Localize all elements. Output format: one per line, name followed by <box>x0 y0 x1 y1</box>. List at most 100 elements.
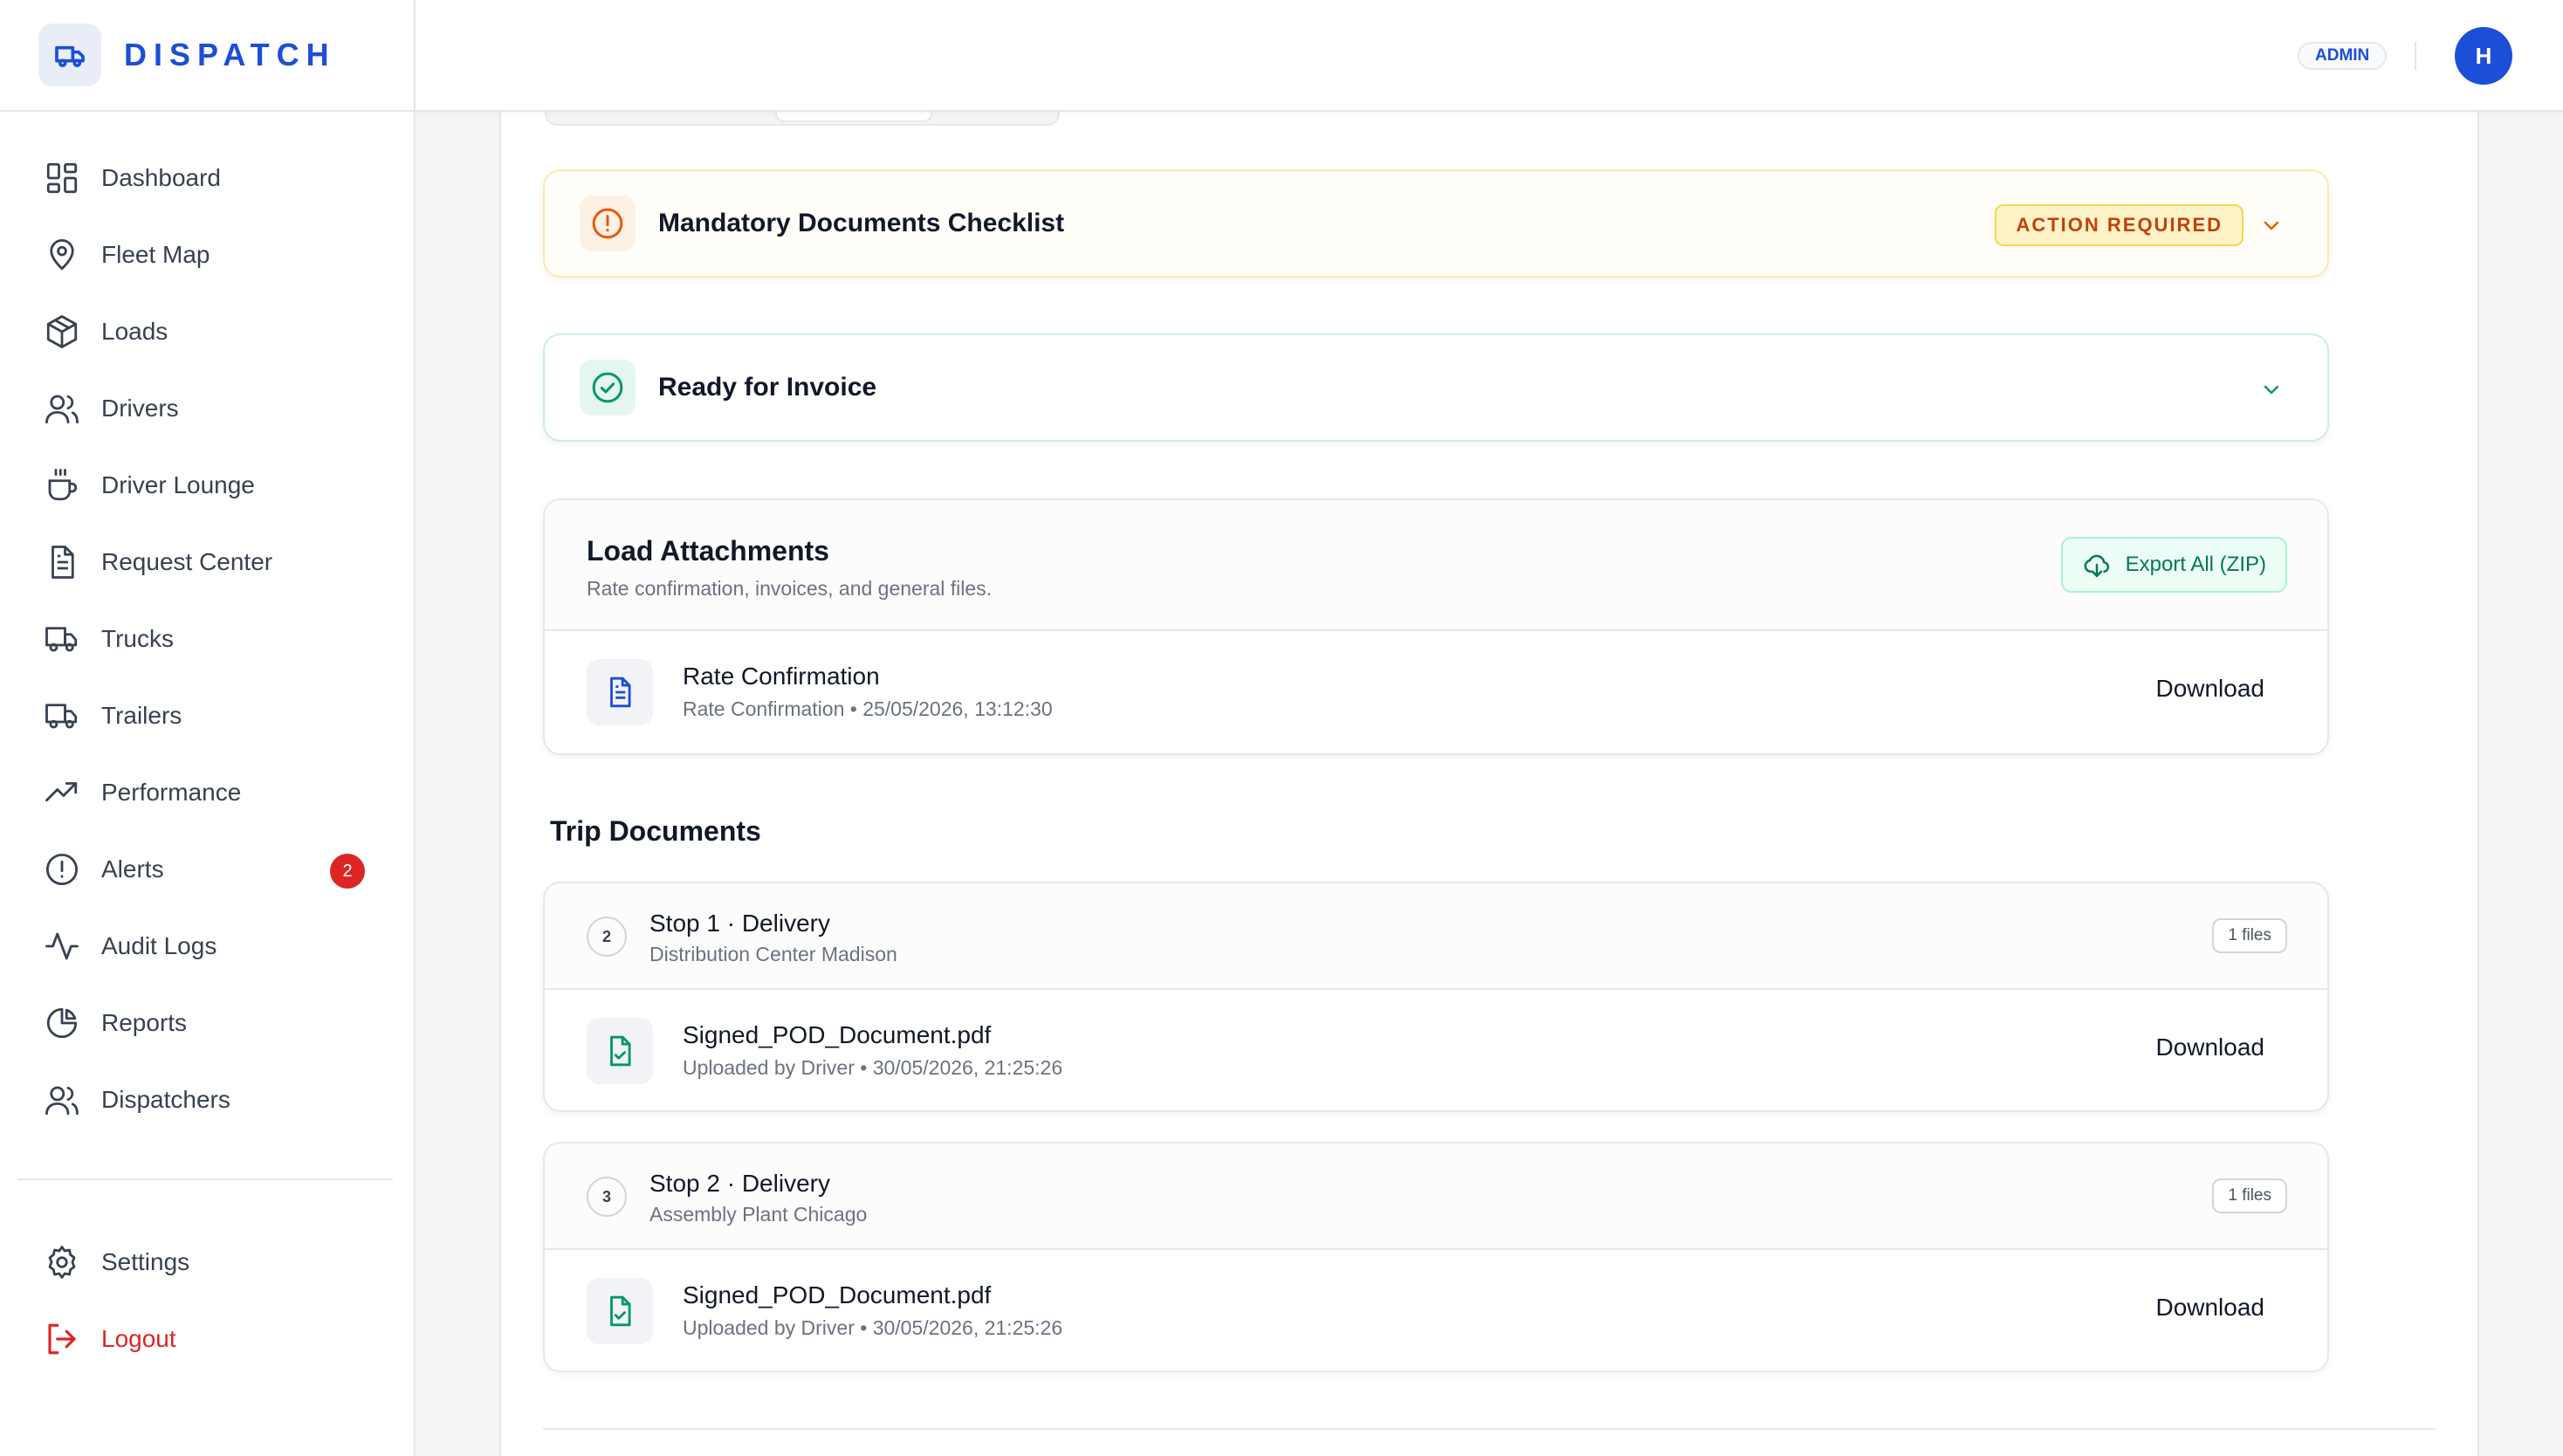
file-row: Signed_POD_Document.pdf Uploaded by Driv… <box>545 1250 2327 1370</box>
section-divider <box>543 1428 2436 1430</box>
stop-title: Stop 2 · Delivery <box>649 1170 830 1197</box>
stop-title: Stop 1 · Delivery <box>649 910 830 937</box>
sidebar-item-dispatchers[interactable]: Dispatchers <box>0 1061 414 1138</box>
accordion-title: Ready for Invoice <box>658 373 877 402</box>
stop-number-badge: 3 <box>587 1177 627 1217</box>
sidebar-item-logout[interactable]: Logout <box>0 1301 414 1377</box>
download-button[interactable]: Download <box>2155 675 2264 703</box>
file-meta: Uploaded by Driver • 30/05/2026, 21:25:2… <box>683 1056 1063 1079</box>
activity-icon <box>44 928 80 965</box>
ready-for-invoice-accordion[interactable]: Ready for Invoice <box>543 333 2329 442</box>
file-count-badge: 1 files <box>2212 1178 2287 1213</box>
stop-number-badge: 2 <box>587 917 627 957</box>
export-all-label: Export All (ZIP) <box>2125 553 2266 576</box>
section-title: Trip Documents <box>550 815 761 847</box>
stop-location: Assembly Plant Chicago <box>649 1203 868 1226</box>
truck-icon <box>44 697 80 734</box>
sidebar-item-label: Alerts <box>101 855 164 883</box>
file-meta: Rate Confirmation • 25/05/2026, 13:12:30 <box>683 697 1053 720</box>
stop-card: 3 Stop 2 · Delivery Assembly Plant Chica… <box>543 1142 2329 1372</box>
sidebar-item-trucks[interactable]: Trucks <box>0 601 414 677</box>
file-meta: Uploaded by Driver • 30/05/2026, 21:25:2… <box>683 1316 1063 1339</box>
sidebar-item-dashboard[interactable]: Dashboard <box>0 140 414 216</box>
sidebar-item-label: Logout <box>101 1325 176 1352</box>
file-check-icon <box>587 1018 653 1084</box>
card-header: Load Attachments Rate confirmation, invo… <box>545 500 2327 631</box>
file-name: Rate Confirmation <box>683 663 880 690</box>
sidebar-item-label: Dispatchers <box>101 1086 230 1113</box>
topbar: ADMIN H <box>416 0 2563 112</box>
stop-header: 2 Stop 1 · Delivery Distribution Center … <box>545 883 2327 990</box>
logout-icon <box>44 1321 80 1357</box>
sidebar-item-alerts[interactable]: Alerts 2 <box>0 831 414 908</box>
sidebar-item-label: Trucks <box>101 625 174 652</box>
brand-name: DISPATCH <box>124 37 336 72</box>
dashboard-icon <box>44 160 80 196</box>
export-all-button[interactable]: Export All (ZIP) <box>2060 537 2287 593</box>
sidebar-bottom-nav: Settings Logout <box>0 1224 414 1377</box>
stop-location: Distribution Center Madison <box>649 943 897 965</box>
stop-card: 2 Stop 1 · Delivery Distribution Center … <box>543 882 2329 1112</box>
sidebar-item-label: Trailers <box>101 702 182 729</box>
coffee-icon <box>44 467 80 504</box>
card-subtitle: Rate confirmation, invoices, and general… <box>587 577 993 600</box>
sidebar-item-label: Audit Logs <box>101 932 217 959</box>
file-name: Signed_POD_Document.pdf <box>683 1281 992 1308</box>
sidebar-item-driver-lounge[interactable]: Driver Lounge <box>0 447 414 524</box>
topbar-divider <box>2415 42 2416 70</box>
brand[interactable]: DISPATCH <box>0 0 414 112</box>
file-count-badge: 1 files <box>2212 918 2287 953</box>
trending-up-icon <box>44 774 80 811</box>
alert-circle-icon <box>580 196 636 251</box>
users-icon <box>44 390 80 427</box>
sidebar-item-fleet-map[interactable]: Fleet Map <box>0 216 414 293</box>
truck-icon <box>44 621 80 657</box>
role-badge: ADMIN <box>2298 42 2388 70</box>
truck-logo-icon <box>38 24 101 86</box>
alerts-count-badge: 2 <box>330 854 365 889</box>
gear-icon <box>44 1244 80 1281</box>
accordion-title: Mandatory Documents Checklist <box>658 209 1065 237</box>
file-name: Signed_POD_Document.pdf <box>683 1021 992 1048</box>
stop-header: 3 Stop 2 · Delivery Assembly Plant Chica… <box>545 1144 2327 1250</box>
sidebar-item-label: Dashboard <box>101 164 221 191</box>
sidebar-item-label: Reports <box>101 1009 188 1036</box>
action-required-badge: ACTION REQUIRED <box>1995 204 2243 246</box>
sidebar-item-audit-logs[interactable]: Audit Logs <box>0 908 414 985</box>
sidebar-item-request-center[interactable]: Request Center <box>0 524 414 601</box>
sidebar: DISPATCH Dashboard Fleet Map Loads Drive… <box>0 0 416 1456</box>
sidebar-item-loads[interactable]: Loads <box>0 293 414 370</box>
mandatory-documents-accordion[interactable]: Mandatory Documents Checklist ACTION REQ… <box>543 169 2329 278</box>
sidebar-item-label: Performance <box>101 779 242 806</box>
cloud-download-icon <box>2082 550 2112 580</box>
card-title: Load Attachments <box>587 535 829 567</box>
sidebar-item-label: Loads <box>101 318 168 345</box>
sidebar-item-label: Fleet Map <box>101 241 210 268</box>
users-icon <box>44 1082 80 1118</box>
check-circle-icon <box>580 360 636 416</box>
sidebar-item-drivers[interactable]: Drivers <box>0 370 414 447</box>
sidebar-item-performance[interactable]: Performance <box>0 754 414 831</box>
document-icon <box>587 659 653 725</box>
sidebar-divider <box>17 1178 393 1180</box>
download-button[interactable]: Download <box>2155 1294 2264 1322</box>
map-pin-icon <box>44 237 80 273</box>
sidebar-item-reports[interactable]: Reports <box>0 985 414 1061</box>
sidebar-item-label: Driver Lounge <box>101 471 255 498</box>
sidebar-item-trailers[interactable]: Trailers <box>0 677 414 754</box>
load-attachments-card: Load Attachments Rate confirmation, invo… <box>543 498 2329 755</box>
file-check-icon <box>587 1278 653 1344</box>
avatar[interactable]: H <box>2455 27 2512 85</box>
sidebar-item-label: Drivers <box>101 395 179 422</box>
pie-chart-icon <box>44 1005 80 1041</box>
download-button[interactable]: Download <box>2155 1034 2264 1061</box>
alert-circle-icon <box>44 851 80 888</box>
package-icon <box>44 313 80 350</box>
sidebar-nav: Dashboard Fleet Map Loads Drivers Driver… <box>0 112 414 1138</box>
sidebar-item-label: Request Center <box>101 548 273 575</box>
chevron-down-icon[interactable] <box>2261 215 2282 236</box>
file-row: Rate Confirmation Rate Confirmation • 25… <box>545 631 2327 753</box>
file-row: Signed_POD_Document.pdf Uploaded by Driv… <box>545 990 2327 1110</box>
chevron-down-icon[interactable] <box>2261 379 2282 400</box>
sidebar-item-settings[interactable]: Settings <box>0 1224 414 1301</box>
